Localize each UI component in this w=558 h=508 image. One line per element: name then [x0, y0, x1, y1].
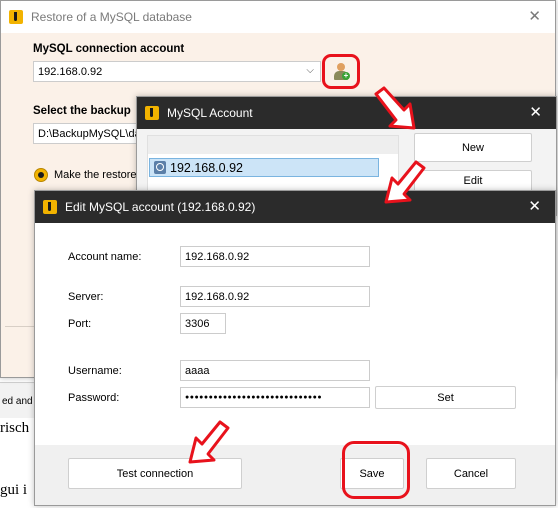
server-label: Server:	[68, 291, 104, 303]
close-icon[interactable]: ✕	[528, 199, 541, 214]
restore-title-bar: Restore of a MySQL database ✕	[1, 1, 555, 33]
edit-button-label: Edit	[463, 174, 483, 187]
port-value: 3306	[185, 317, 210, 330]
server-field[interactable]: 192.168.0.92	[180, 286, 370, 307]
account-name-value: 192.168.0.92	[185, 250, 250, 263]
account-list-header	[148, 136, 398, 154]
server-value: 192.168.0.92	[185, 290, 250, 303]
account-list-item-label: 192.168.0.92	[170, 160, 243, 175]
connection-account-combo[interactable]: 192.168.0.92 ⌵	[33, 61, 321, 82]
background-fragment-2: risch	[0, 420, 30, 436]
background-fragment-3: gui i	[0, 482, 28, 498]
list-item[interactable]: 192.168.0.92	[149, 158, 379, 177]
restore-option-radio[interactable]	[34, 168, 48, 182]
user-add-icon: +	[333, 63, 350, 81]
edit-account-window: Edit MySQL account (192.168.0.92) ✕ Acco…	[34, 190, 556, 506]
port-label: Port:	[68, 318, 92, 330]
restore-window-title: Restore of a MySQL database	[31, 10, 192, 24]
username-field[interactable]: aaaa	[180, 360, 370, 381]
account-manager-button[interactable]: +	[325, 58, 357, 86]
cancel-button-label: Cancel	[453, 467, 489, 480]
cancel-button[interactable]: Cancel	[426, 458, 516, 489]
backup-path-value: D:\BackupMySQL\dat	[38, 127, 144, 140]
account-window-title: MySQL Account	[167, 106, 253, 120]
new-button-label: New	[461, 141, 484, 154]
edit-title-bar: Edit MySQL account (192.168.0.92) ✕	[35, 191, 555, 223]
test-connection-label: Test connection	[116, 467, 194, 480]
chevron-down-icon: ⌵	[306, 65, 314, 76]
save-button[interactable]: Save	[340, 458, 404, 489]
account-title-bar: MySQL Account ✕	[137, 97, 556, 129]
password-label: Password:	[68, 392, 120, 404]
restore-option-label: Make the restore	[54, 169, 137, 181]
set-password-button[interactable]: Set	[375, 386, 516, 409]
close-icon[interactable]: ✕	[529, 105, 542, 120]
app-icon	[145, 106, 159, 120]
save-button-label: Save	[359, 467, 385, 480]
background-fragment-1: ed and	[2, 396, 33, 407]
backup-select-label: Select the backup	[33, 105, 131, 117]
password-field[interactable]: ●●●●●●●●●●●●●●●●●●●●●●●●●●●●●	[180, 387, 370, 408]
app-icon	[9, 10, 23, 24]
backup-path-field[interactable]: D:\BackupMySQL\dat	[33, 123, 153, 144]
connection-account-value: 192.168.0.92	[38, 65, 103, 78]
username-value: aaaa	[185, 364, 210, 377]
close-icon[interactable]: ✕	[528, 9, 541, 24]
test-connection-button[interactable]: Test connection	[68, 458, 242, 489]
set-button-label: Set	[437, 391, 454, 404]
app-icon	[43, 200, 57, 214]
connection-account-label: MySQL connection account	[33, 43, 185, 55]
username-label: Username:	[68, 365, 122, 377]
new-button[interactable]: New	[414, 133, 532, 162]
database-icon	[154, 161, 166, 174]
account-name-field[interactable]: 192.168.0.92	[180, 246, 370, 267]
account-name-label: Account name:	[68, 251, 142, 263]
edit-window-title: Edit MySQL account (192.168.0.92)	[65, 200, 256, 214]
password-value: ●●●●●●●●●●●●●●●●●●●●●●●●●●●●●	[185, 394, 323, 401]
port-field[interactable]: 3306	[180, 313, 226, 334]
